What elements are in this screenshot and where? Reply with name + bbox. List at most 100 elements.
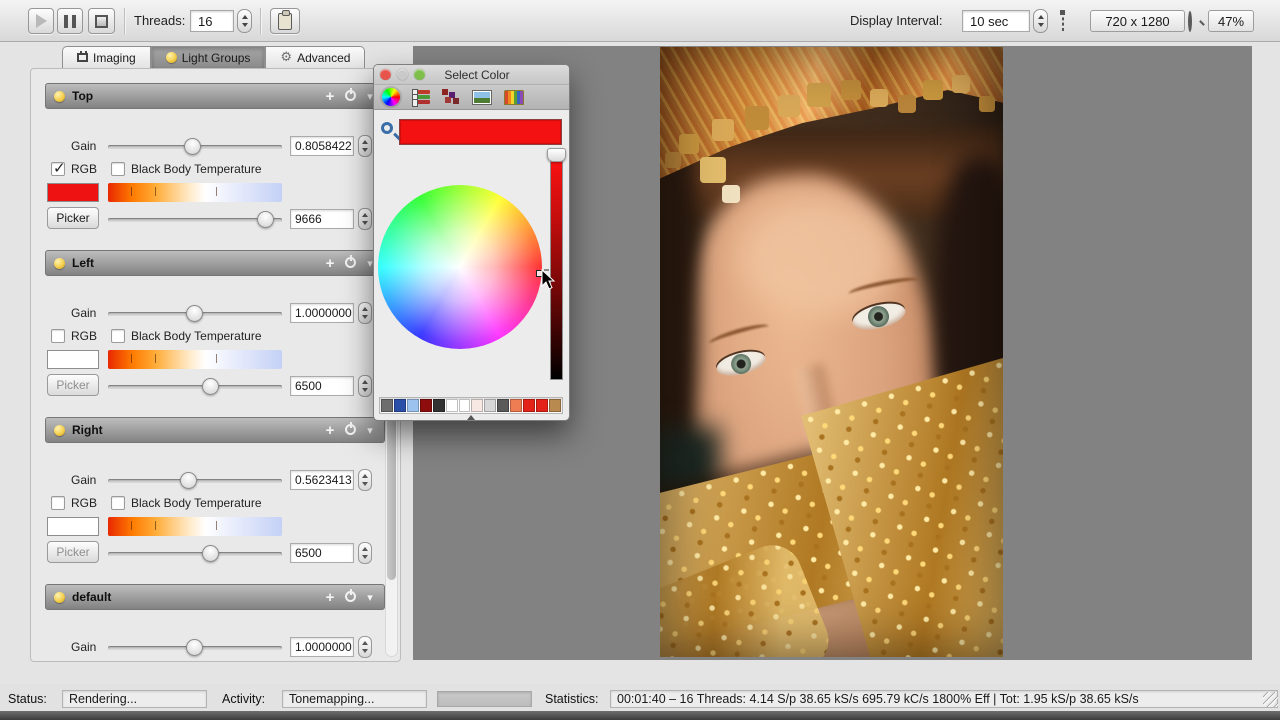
picker-value[interactable]: 6500 (290, 376, 354, 396)
picker-button[interactable]: Picker (47, 207, 99, 229)
palette-swatch[interactable] (433, 399, 445, 412)
gain-value[interactable]: 0.5623413 (290, 470, 354, 490)
palette-swatch[interactable] (497, 399, 509, 412)
gain-slider[interactable] (108, 646, 282, 650)
stop-button[interactable] (88, 8, 115, 34)
palette-swatch[interactable] (407, 399, 419, 412)
palette-swatch[interactable] (446, 399, 458, 412)
gain-value[interactable]: 0.8058422 (290, 136, 354, 156)
gain-slider-knob[interactable] (186, 639, 203, 656)
chevron-down-icon[interactable]: ▾ (364, 424, 376, 437)
gain-slider[interactable] (108, 479, 282, 483)
color-palettes-tab-icon[interactable] (442, 89, 460, 105)
zoom-magnifier-icon[interactable] (1188, 13, 1192, 31)
picker-stepper[interactable] (358, 208, 372, 230)
gain-stepper[interactable] (358, 302, 372, 324)
gain-slider-knob[interactable] (180, 472, 197, 489)
add-icon[interactable]: + (322, 589, 338, 606)
resize-grip[interactable] (1263, 692, 1278, 707)
palette-swatch[interactable] (471, 399, 483, 412)
rgb-checkbox[interactable] (51, 496, 65, 510)
palette-swatch[interactable] (484, 399, 496, 412)
tab-advanced[interactable]: ⚙ Advanced (265, 46, 365, 68)
gain-value[interactable]: 1.0000000 (290, 637, 354, 657)
crayons-tab-icon[interactable] (504, 90, 524, 105)
picker-stepper[interactable] (358, 542, 372, 564)
dialog-titlebar[interactable]: Select Color (374, 65, 569, 85)
power-icon[interactable] (345, 90, 357, 102)
picker-slider-knob[interactable] (202, 378, 219, 395)
copy-log-button[interactable] (270, 8, 300, 34)
rgb-checkbox[interactable] (51, 329, 65, 343)
palette-swatch[interactable] (381, 399, 393, 412)
group-name: Right (72, 423, 315, 437)
threads-input[interactable]: 16 (190, 10, 234, 32)
threads-stepper[interactable] (237, 9, 252, 33)
picker-slider[interactable] (108, 552, 282, 556)
palette-swatch[interactable] (459, 399, 471, 412)
palette-swatch[interactable] (549, 399, 561, 412)
picker-slider-knob[interactable] (202, 545, 219, 562)
resize-icon[interactable] (1062, 13, 1064, 31)
tab-light-groups[interactable]: Light Groups (151, 46, 266, 68)
tab-imaging[interactable]: Imaging (62, 46, 151, 68)
blackbody-gradient[interactable] (108, 350, 282, 369)
gain-slider[interactable] (108, 145, 282, 149)
picker-slider[interactable] (108, 385, 282, 389)
group-header-left[interactable]: Left + ▾ (45, 250, 385, 276)
power-icon[interactable] (345, 591, 357, 603)
group-header-default[interactable]: default + ▾ (45, 584, 385, 610)
bbt-checkbox[interactable] (111, 329, 125, 343)
power-icon[interactable] (345, 424, 357, 436)
color-wheel[interactable] (378, 185, 542, 349)
color-wheel-tab-icon[interactable] (382, 88, 400, 106)
bbt-checkbox[interactable] (111, 162, 125, 176)
group-header-right[interactable]: Right + ▾ (45, 417, 385, 443)
image-palettes-tab-icon[interactable] (472, 90, 492, 105)
gain-stepper[interactable] (358, 469, 372, 491)
power-icon[interactable] (345, 257, 357, 269)
group-color-swatch[interactable] (47, 350, 99, 369)
gain-stepper[interactable] (358, 636, 372, 658)
add-icon[interactable]: + (322, 422, 338, 439)
zoom-window-icon[interactable] (414, 69, 425, 80)
add-icon[interactable]: + (322, 255, 338, 272)
picker-slider[interactable] (108, 218, 282, 222)
gain-slider-knob[interactable] (184, 138, 201, 155)
group-header-top[interactable]: Top + ▾ (45, 83, 385, 109)
group-color-swatch[interactable] (47, 183, 99, 202)
palette-swatch[interactable] (510, 399, 522, 412)
add-icon[interactable]: + (322, 88, 338, 105)
play-button[interactable] (28, 8, 54, 34)
blackbody-gradient[interactable] (108, 517, 282, 536)
palette-swatch[interactable] (536, 399, 548, 412)
color-sliders-tab-icon[interactable] (412, 89, 430, 105)
gain-stepper[interactable] (358, 135, 372, 157)
close-icon[interactable] (380, 69, 391, 80)
rgb-checkbox[interactable]: ✓ (51, 162, 65, 176)
palette-swatch[interactable] (420, 399, 432, 412)
picker-value[interactable]: 9666 (290, 209, 354, 229)
chevron-down-icon[interactable]: ▾ (364, 591, 376, 604)
gain-value[interactable]: 1.0000000 (290, 303, 354, 323)
gain-slider-knob[interactable] (186, 305, 203, 322)
palette-swatch[interactable] (394, 399, 406, 412)
palette-swatch[interactable] (523, 399, 535, 412)
display-interval-stepper[interactable] (1033, 9, 1048, 33)
bbt-checkbox[interactable] (111, 496, 125, 510)
swatch-drawer-handle[interactable] (467, 415, 475, 420)
pause-button[interactable] (57, 8, 83, 34)
picker-button[interactable]: Picker (47, 541, 99, 563)
blackbody-gradient[interactable] (108, 183, 282, 202)
brightness-slider-handle[interactable] (547, 148, 566, 162)
picker-value[interactable]: 6500 (290, 543, 354, 563)
picker-stepper[interactable] (358, 375, 372, 397)
picker-button[interactable]: Picker (47, 374, 99, 396)
color-picker-loupe-icon[interactable] (381, 122, 393, 134)
group-color-swatch[interactable] (47, 517, 99, 536)
brightness-slider[interactable] (550, 154, 563, 380)
gain-slider[interactable] (108, 312, 282, 316)
minimize-icon[interactable] (397, 69, 408, 80)
display-interval-input[interactable]: 10 sec (962, 10, 1030, 32)
picker-slider-knob[interactable] (257, 211, 274, 228)
